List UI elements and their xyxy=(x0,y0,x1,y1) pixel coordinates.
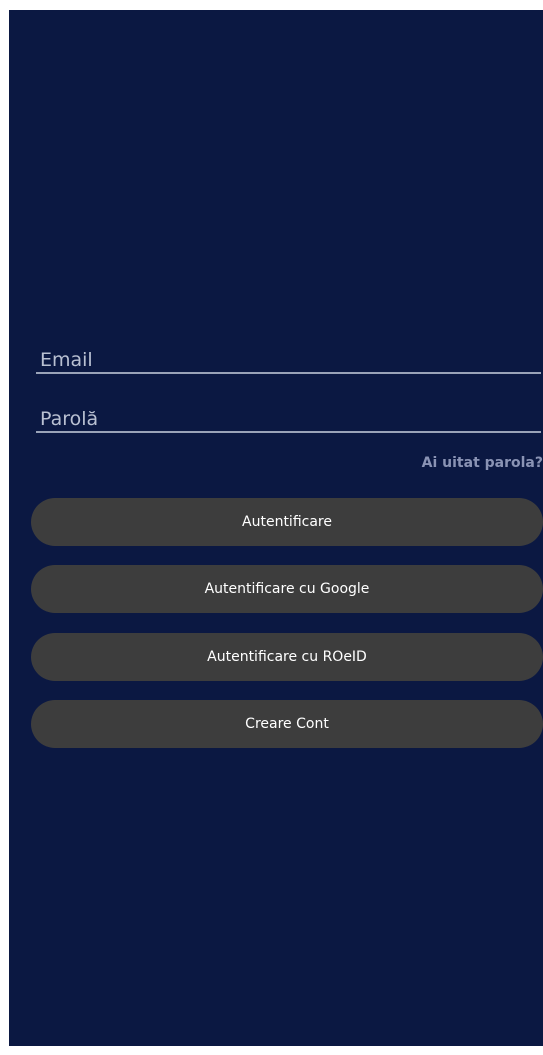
password-field[interactable]: Parolă xyxy=(36,407,541,433)
login-screen: Email Parolă Ai uitat parola? Autentific… xyxy=(9,10,543,1046)
roeid-login-button-label: Autentificare cu ROeID xyxy=(207,649,367,665)
login-button-label: Autentificare xyxy=(242,514,332,530)
create-account-button[interactable]: Creare Cont xyxy=(31,700,543,748)
login-button[interactable]: Autentificare xyxy=(31,498,543,546)
roeid-login-button[interactable]: Autentificare cu ROeID xyxy=(31,633,543,681)
google-login-button-label: Autentificare cu Google xyxy=(204,581,370,597)
create-account-button-label: Creare Cont xyxy=(245,716,329,732)
email-field[interactable]: Email xyxy=(36,348,541,374)
google-login-button[interactable]: Autentificare cu Google xyxy=(31,565,543,613)
forgot-password-link[interactable]: Ai uitat parola? xyxy=(422,455,543,471)
password-placeholder: Parolă xyxy=(40,408,99,430)
email-placeholder: Email xyxy=(40,349,93,371)
